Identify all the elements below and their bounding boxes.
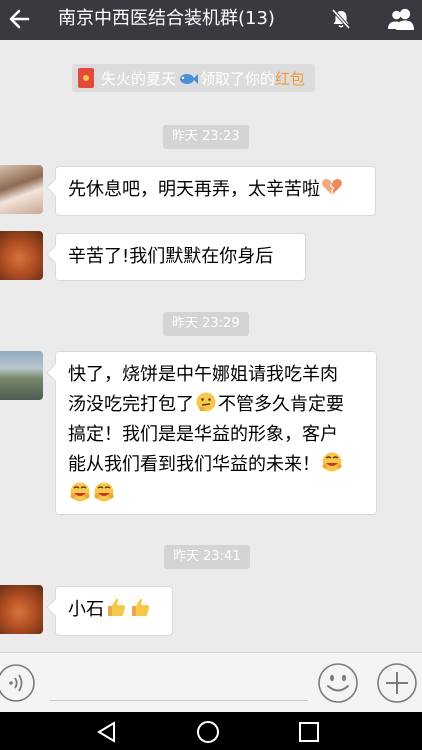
nav-recent-icon[interactable] — [296, 719, 322, 745]
red-packet-icon — [78, 68, 94, 88]
message-bubble[interactable]: 先休息吧，明天再弄，太辛苦啦 — [55, 166, 376, 216]
mute-bell-icon — [331, 8, 351, 30]
notice-name[interactable]: 失火的夏天 — [101, 68, 176, 89]
broken-heart-icon — [322, 178, 342, 195]
message-bubble[interactable]: 小石 — [55, 586, 173, 636]
message-text: 小石 — [68, 599, 104, 620]
system-notice: 失火的夏天 领取了你的 红包 — [72, 64, 316, 92]
thinking-face-icon — [196, 392, 216, 412]
message-line: 快了，烧饼是中午娜姐请我吃羊肉 — [68, 364, 338, 385]
thumbs-up-icon — [132, 598, 150, 616]
message-bubble[interactable]: 辛苦了!我们默默在你身后 — [55, 233, 306, 281]
back-arrow-icon[interactable] — [6, 4, 34, 34]
hugging-face-icon — [70, 482, 90, 502]
message-line: 搞定！我们是是华益的形象，客户 — [68, 424, 338, 445]
input-bar — [0, 652, 422, 713]
thumbs-up-icon — [108, 598, 126, 616]
hugging-face-icon — [322, 452, 342, 472]
avatar[interactable] — [0, 585, 43, 634]
avatar[interactable] — [0, 351, 43, 400]
add-more-icon[interactable] — [376, 662, 418, 704]
fish-icon — [180, 74, 199, 84]
message-text: 辛苦了!我们默默在你身后 — [68, 246, 274, 267]
message-text: 先休息吧，明天再弄，太辛苦啦 — [68, 179, 320, 200]
timestamp: 昨天 23:41 — [164, 545, 250, 569]
message-bubble[interactable]: 快了，烧饼是中午娜姐请我吃羊肉 汤没吃完打包了 不管多久肯定要 搞定！我们是是华… — [55, 351, 377, 515]
timestamp: 昨天 23:23 — [163, 125, 249, 149]
message-line: 不管多久肯定要 — [218, 394, 344, 415]
timestamp: 昨天 23:29 — [163, 312, 249, 336]
nav-home-icon[interactable] — [195, 719, 221, 745]
chat-header: 南京中西医结合装机群(13) — [0, 0, 422, 40]
voice-input-icon[interactable] — [0, 663, 38, 703]
chat-title: 南京中西医结合装机群(13) — [58, 8, 275, 29]
hugging-face-icon — [94, 482, 114, 502]
message-line: 汤没吃完打包了 — [68, 394, 194, 415]
avatar[interactable] — [0, 165, 43, 214]
emoji-icon[interactable] — [317, 662, 359, 704]
group-members-icon[interactable] — [386, 4, 416, 34]
message-input[interactable] — [50, 700, 308, 701]
system-nav-bar — [0, 712, 422, 750]
nav-back-icon[interactable] — [94, 719, 120, 745]
red-packet-link[interactable]: 红包 — [275, 68, 305, 89]
message-line: 能从我们看到我们华益的未来！ — [68, 454, 320, 475]
message-list[interactable]: 失火的夏天 领取了你的 红包 昨天 23:23 先休息吧，明天再弄，太辛苦啦 辛… — [0, 40, 422, 652]
notice-text: 领取了你的 — [200, 69, 276, 88]
avatar[interactable] — [0, 231, 43, 280]
